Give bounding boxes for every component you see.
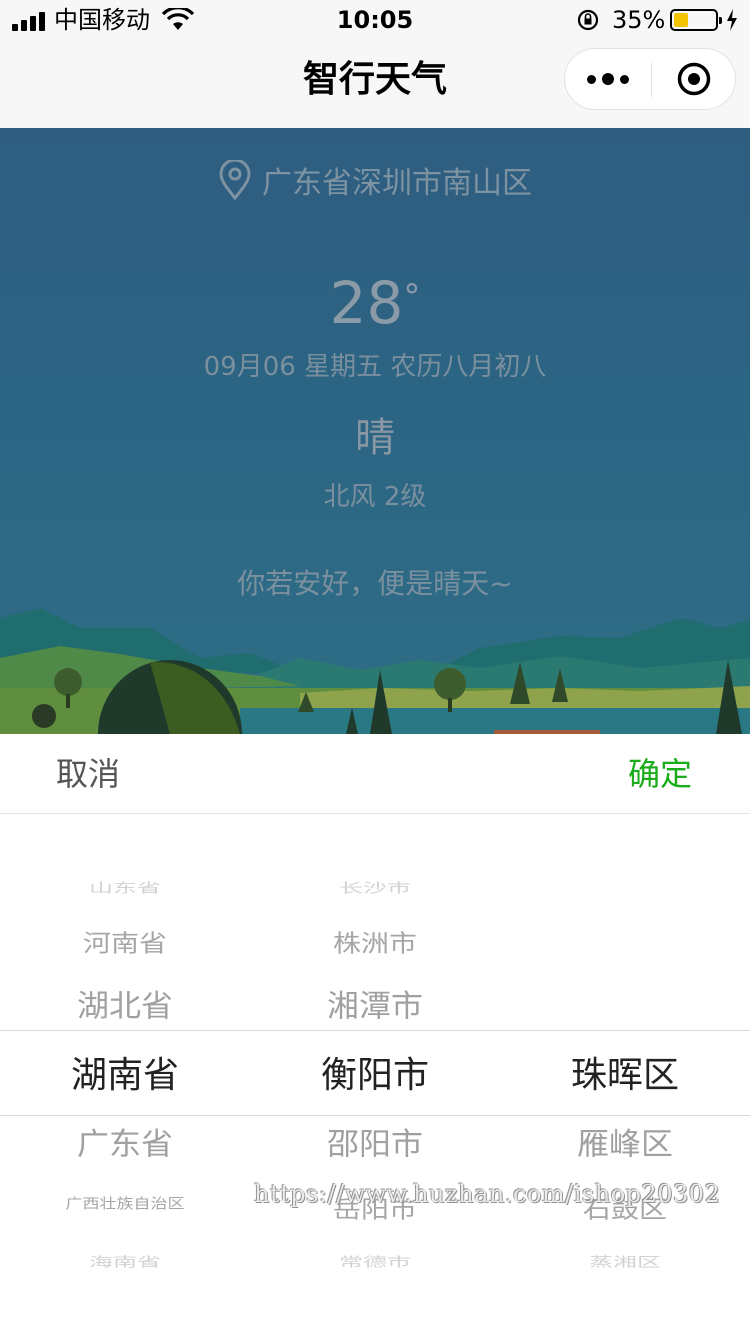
picker-option[interactable]: 湖南省 <box>0 1054 250 1098</box>
picker-option[interactable]: 湘潭市 <box>250 987 500 1025</box>
location-pin-icon <box>219 160 251 200</box>
picker-option[interactable]: 珠晖区 <box>500 1054 750 1098</box>
picker-option[interactable]: 衡阳市 <box>250 1054 500 1098</box>
picker-option[interactable]: 海南省 <box>0 1253 250 1271</box>
picker-option[interactable]: 湖北省 <box>0 987 250 1025</box>
picker-option[interactable]: 株洲市 <box>250 929 500 960</box>
weather-panel: 广东省深圳市南山区 28° 09月06 星期五 农历八月初八 晴 北风 2级 你… <box>0 128 750 734</box>
city-column[interactable]: 长沙市 株洲市 湘潭市 衡阳市 邵阳市 岳阳市 常德市 <box>250 814 500 1334</box>
watermark-text: https://www.huzhan.com/ishop20302 <box>254 1180 721 1208</box>
weather-condition: 晴 <box>355 415 395 461</box>
battery-percent: 35% <box>612 6 666 34</box>
temperature-value: 28 <box>329 269 404 337</box>
wind-info: 北风 2级 <box>323 482 427 512</box>
picker-option[interactable]: 广西壮族自治区 <box>0 1194 250 1215</box>
picker-option[interactable]: 雁峰区 <box>500 1125 750 1163</box>
location-text: 广东省深圳市南山区 <box>262 166 532 201</box>
orientation-lock-icon <box>577 9 599 31</box>
picker-option[interactable]: 长沙市 <box>250 879 500 897</box>
date-text: 09月06 星期五 农历八月初八 <box>203 352 547 382</box>
picker-option[interactable]: 河南省 <box>0 929 250 960</box>
picker-option[interactable]: 广东省 <box>0 1125 250 1163</box>
target-close-icon[interactable] <box>651 49 737 109</box>
nav-bar: 智行天气 <box>0 40 750 128</box>
province-column[interactable]: 山东省河南省湖北省湖南省广东省广西壮族自治区 海南省 <box>0 814 250 1334</box>
more-dots-icon[interactable] <box>565 49 651 109</box>
degree-symbol: ° <box>403 277 421 317</box>
status-bar: 中国移动 10:05 35% <box>0 0 750 40</box>
battery-icon <box>670 9 722 31</box>
district-column[interactable]: 珠晖区 雁峰区 石鼓区 蒸湘区 <box>500 814 750 1334</box>
battery-level-fill <box>674 13 688 27</box>
region-picker: 取消 确定 山东省河南省湖北省湖南省广东省广西壮族自治区 海南省 长沙市株洲市湘潭… <box>0 734 750 1334</box>
charging-bolt-icon <box>727 9 737 31</box>
cancel-button[interactable]: 取消 <box>56 752 120 796</box>
picker-option[interactable]: 邵阳市 <box>250 1125 500 1163</box>
motto-text: 你若安好，便是晴天~ <box>237 567 513 600</box>
picker-option[interactable]: 蒸湘区 <box>500 1253 750 1271</box>
temperature: 28° <box>0 268 750 338</box>
confirm-button[interactable]: 确定 <box>628 752 692 796</box>
picker-option[interactable]: 常德市 <box>250 1253 500 1271</box>
picker-header: 取消 确定 <box>0 734 750 814</box>
location[interactable]: 广东省深圳市南山区 <box>0 158 750 202</box>
mini-program-capsule <box>564 48 736 110</box>
landscape-illustration <box>0 608 750 734</box>
picker-option[interactable]: 山东省 <box>0 879 250 897</box>
